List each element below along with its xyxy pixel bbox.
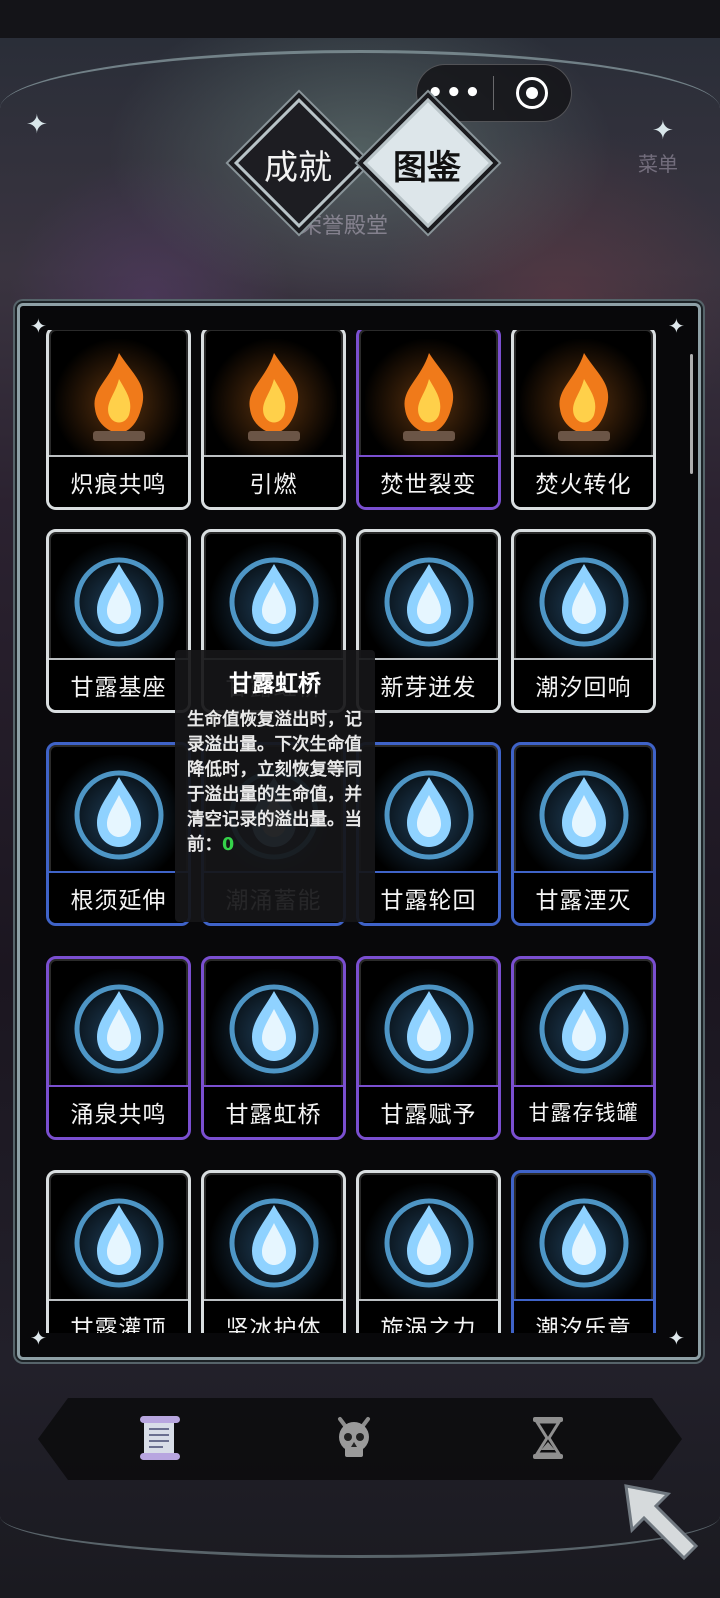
codex-card-label: 甘露基座	[49, 658, 188, 710]
phoenix-icon	[365, 538, 492, 662]
sparkle-icon: ✦	[26, 110, 48, 140]
codex-card-label: 焚火转化	[514, 455, 653, 507]
codex-card[interactable]: 甘露虹桥	[201, 956, 346, 1140]
music-wreath-icon	[520, 1179, 647, 1303]
codex-card-label: 坚冰护体	[204, 1299, 343, 1333]
sparkle-icon: ✦	[668, 1326, 685, 1350]
tab-codex[interactable]: 图鉴	[362, 140, 492, 189]
potion-bottle-icon	[520, 751, 647, 875]
codex-card-label: 新芽迸发	[359, 658, 498, 710]
vortex-shield-icon	[365, 965, 492, 1089]
codex-card-label: 旋涡之力	[359, 1299, 498, 1333]
codex-card[interactable]: 潮汐回响	[511, 529, 656, 713]
water-sword-icon	[55, 965, 182, 1089]
blood-vial-icon	[365, 751, 492, 875]
whirlpool-icon	[365, 1179, 492, 1303]
codex-card-label: 甘露湮灭	[514, 871, 653, 923]
codex-card-label: 甘露赋予	[359, 1085, 498, 1137]
codex-card[interactable]: 焚火转化	[511, 330, 656, 510]
codex-card[interactable]: 引燃	[201, 330, 346, 510]
codex-card[interactable]: 潮汐乐章	[511, 1170, 656, 1333]
target-icon	[516, 77, 549, 109]
skull-icon	[338, 1417, 370, 1457]
hourglass-icon	[533, 1417, 563, 1459]
codex-card[interactable]: 甘露赋予	[356, 956, 501, 1140]
codex-card[interactable]: 甘露湮灭	[511, 742, 656, 926]
heart-hands-icon	[520, 538, 647, 662]
nav-history-button[interactable]	[522, 1412, 574, 1464]
codex-card[interactable]: 根须延伸	[46, 742, 191, 926]
codex-card-label: 引燃	[204, 455, 343, 507]
codex-card[interactable]: 甘露存钱罐	[511, 956, 656, 1140]
codex-card-label: 涌泉共鸣	[49, 1085, 188, 1137]
codex-card[interactable]: 甘露基座	[46, 529, 191, 713]
codex-card-label: 甘露存钱罐	[514, 1085, 653, 1137]
codex-card-label: 炽痕共鸣	[49, 455, 188, 507]
codex-card[interactable]: 新芽迸发	[356, 529, 501, 713]
skill-tooltip: 甘露虹桥 生命值恢复溢出时，记录溢出量。下次生命值降低时，立刻恢复等同于溢出量的…	[175, 650, 375, 922]
scrollbar[interactable]	[690, 354, 693, 474]
codex-card-label: 根须延伸	[49, 871, 188, 923]
codex-card[interactable]: 甘露轮回	[356, 742, 501, 926]
back-arrow-icon[interactable]	[616, 1476, 706, 1566]
codex-card-label: 甘露虹桥	[204, 1085, 343, 1137]
codex-card-label: 潮汐乐章	[514, 1299, 653, 1333]
flame-pillar-icon	[210, 335, 337, 459]
codex-card[interactable]: 坚冰护体	[201, 1170, 346, 1333]
tab-achievements[interactable]: 成就	[233, 140, 363, 189]
codex-card[interactable]: 焚世裂变	[356, 330, 501, 510]
scroll-icon	[140, 1416, 180, 1460]
codex-card-label: 潮汐回响	[514, 658, 653, 710]
close-miniprogram-button[interactable]	[494, 77, 572, 109]
codex-card-label: 焚世裂变	[359, 455, 498, 507]
drop-lotus-icon	[55, 1179, 182, 1303]
nav-codex-button[interactable]	[134, 1412, 186, 1464]
tooltip-body-text: 生命值恢复溢出时，记录溢出量。下次生命值降低时，立刻恢复等同于溢出量的生命值，并…	[187, 710, 362, 855]
heart-drop-icon	[520, 965, 647, 1089]
tooltip-title: 甘露虹桥	[229, 671, 321, 697]
flame-altar-icon	[55, 335, 182, 459]
codex-card[interactable]: 旋涡之力	[356, 1170, 501, 1333]
codex-card[interactable]: 炽痕共鸣	[46, 330, 191, 510]
sparkle-icon: ✦	[652, 116, 674, 146]
flame-spirits-icon	[520, 335, 647, 459]
status-strip	[0, 0, 720, 38]
triple-drops-icon	[55, 751, 182, 875]
crystal-amulet-icon	[210, 538, 337, 662]
nav-enemies-button[interactable]	[328, 1412, 380, 1464]
codex-card[interactable]: 涌泉共鸣	[46, 956, 191, 1140]
codex-card[interactable]: 甘露灌顶	[46, 1170, 191, 1333]
tooltip-current-value: 0	[222, 835, 235, 855]
tooltip-description: 生命值恢复溢出时，记录溢出量。下次生命值降低时，立刻恢复等同于溢出量的生命值，并…	[187, 708, 363, 858]
background-menu-label: 菜单	[638, 152, 678, 176]
fire-orbs-ring-icon	[365, 335, 492, 459]
ice-helmet-icon	[210, 1179, 337, 1303]
coin-jar-icon	[210, 965, 337, 1089]
leaf-droplet-icon	[55, 538, 182, 662]
codex-card-label: 甘露轮回	[359, 871, 498, 923]
codex-card-label: 甘露灌顶	[49, 1299, 188, 1333]
sparkle-icon: ✦	[668, 314, 685, 338]
